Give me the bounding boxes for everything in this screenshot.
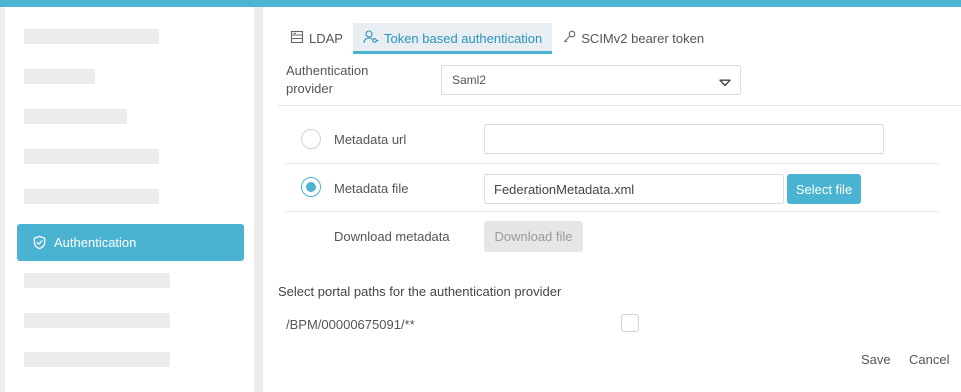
tab-ldap[interactable]: LDAP (280, 23, 353, 54)
main-panel: LDAP Token based authentication SCIMv2 b… (263, 7, 961, 392)
user-key-icon (363, 30, 384, 47)
tab-label: SCIMv2 bearer token (581, 31, 705, 46)
sidebar-item-placeholder[interactable] (24, 273, 170, 288)
tab-label: LDAP (309, 31, 343, 46)
download-metadata-label: Download metadata (334, 229, 450, 244)
tab-scimv2-bearer-token[interactable]: SCIMv2 bearer token (552, 23, 714, 54)
save-button[interactable]: Save (861, 352, 891, 367)
divider (278, 105, 961, 106)
sidebar-item-authentication[interactable]: Authentication (17, 224, 244, 261)
app-frame: Authentication LDAP Token based authenti… (0, 7, 961, 392)
file-name-value: FederationMetadata.xml (494, 181, 635, 197)
sidebar-item-placeholder[interactable] (24, 313, 170, 328)
sidebar: Authentication (5, 7, 254, 392)
metadata-url-input[interactable] (484, 124, 884, 154)
divider (286, 211, 939, 212)
authentication-provider-label: Authentication provider (286, 63, 369, 96)
tab-label: Token based authentication (383, 31, 543, 46)
sidebar-item-placeholder[interactable] (24, 149, 159, 164)
sidebar-item-label: Authentication (54, 235, 137, 250)
tab-bar: LDAP Token based authentication SCIMv2 b… (280, 23, 714, 54)
chevron-down-icon (719, 76, 731, 90)
select-value: Saml2 (452, 73, 487, 87)
select-file-button[interactable]: Select file (787, 174, 861, 204)
sidebar-item-placeholder[interactable] (24, 69, 95, 84)
metadata-file-input[interactable]: FederationMetadata.xml (484, 174, 784, 204)
metadata-url-radio[interactable] (301, 129, 321, 149)
sidebar-item-placeholder[interactable] (24, 352, 170, 367)
sidebar-item-placeholder[interactable] (24, 109, 127, 124)
server-icon (290, 30, 309, 47)
sidebar-item-placeholder[interactable] (24, 29, 159, 44)
sidebar-item-placeholder[interactable] (24, 189, 159, 204)
portal-paths-title: Select portal paths for the authenticati… (278, 284, 562, 299)
key-icon (562, 30, 581, 47)
metadata-file-label: Metadata file (334, 181, 409, 196)
metadata-url-label: Metadata url (334, 132, 407, 147)
tab-token-based-authentication[interactable]: Token based authentication (352, 23, 553, 54)
portal-path-checkbox[interactable] (621, 314, 639, 332)
authentication-provider-select[interactable]: Saml2 (441, 65, 741, 95)
cancel-button[interactable]: Cancel (909, 352, 949, 367)
portal-path-text: /BPM/00000675091/** (286, 317, 415, 332)
download-file-button[interactable]: Download file (484, 221, 583, 252)
metadata-file-radio[interactable] (301, 177, 321, 197)
shield-check-icon (32, 235, 47, 250)
divider (286, 163, 939, 164)
